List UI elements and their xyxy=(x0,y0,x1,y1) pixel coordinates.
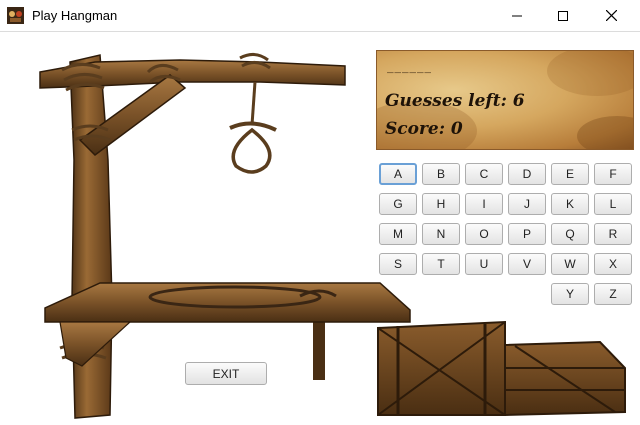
letter-button-x[interactable]: X xyxy=(594,253,632,275)
letter-button-r[interactable]: R xyxy=(594,223,632,245)
letter-button-q[interactable]: Q xyxy=(551,223,589,245)
close-icon xyxy=(605,10,617,21)
letter-button-z[interactable]: Z xyxy=(594,283,632,305)
game-info-panel: ______ Guesses left: 6 Score: 0 xyxy=(376,50,634,150)
window-title: Play Hangman xyxy=(32,8,118,23)
letter-button-k[interactable]: K xyxy=(551,193,589,215)
letter-button-f[interactable]: F xyxy=(594,163,632,185)
letter-button-h[interactable]: H xyxy=(422,193,460,215)
letter-button-n[interactable]: N xyxy=(422,223,460,245)
letter-button-p[interactable]: P xyxy=(508,223,546,245)
close-button[interactable] xyxy=(588,0,634,31)
letter-button-u[interactable]: U xyxy=(465,253,503,275)
title-bar[interactable]: Play Hangman xyxy=(0,0,640,32)
letter-button-s[interactable]: S xyxy=(379,253,417,275)
letter-button-b[interactable]: B xyxy=(422,163,460,185)
letter-button-w[interactable]: W xyxy=(551,253,589,275)
letter-button-v[interactable]: V xyxy=(508,253,546,275)
maximize-icon xyxy=(558,10,568,21)
letter-button-t[interactable]: T xyxy=(422,253,460,275)
letter-button-y[interactable]: Y xyxy=(551,283,589,305)
letter-button-d[interactable]: D xyxy=(508,163,546,185)
letter-button-i[interactable]: I xyxy=(465,193,503,215)
guesses-left-label: Guesses left: 6 xyxy=(385,91,525,111)
letter-button-e[interactable]: E xyxy=(551,163,589,185)
letter-button-m[interactable]: M xyxy=(379,223,417,245)
word-display: ______ xyxy=(387,59,432,74)
maximize-button[interactable] xyxy=(540,0,586,31)
app-icon xyxy=(7,7,24,24)
hangman-window: Play Hangman ______ Guesses left: 6 Scor… xyxy=(0,0,640,425)
letter-button-l[interactable]: L xyxy=(594,193,632,215)
score-label: Score: 0 xyxy=(385,119,463,139)
letter-button-g[interactable]: G xyxy=(379,193,417,215)
letter-button-j[interactable]: J xyxy=(508,193,546,215)
minimize-button[interactable] xyxy=(494,0,540,31)
exit-button[interactable]: EXIT xyxy=(185,362,267,385)
letter-button-c[interactable]: C xyxy=(465,163,503,185)
letter-button-a[interactable]: A xyxy=(379,163,417,185)
minimize-icon xyxy=(512,15,522,16)
letter-button-o[interactable]: O xyxy=(465,223,503,245)
